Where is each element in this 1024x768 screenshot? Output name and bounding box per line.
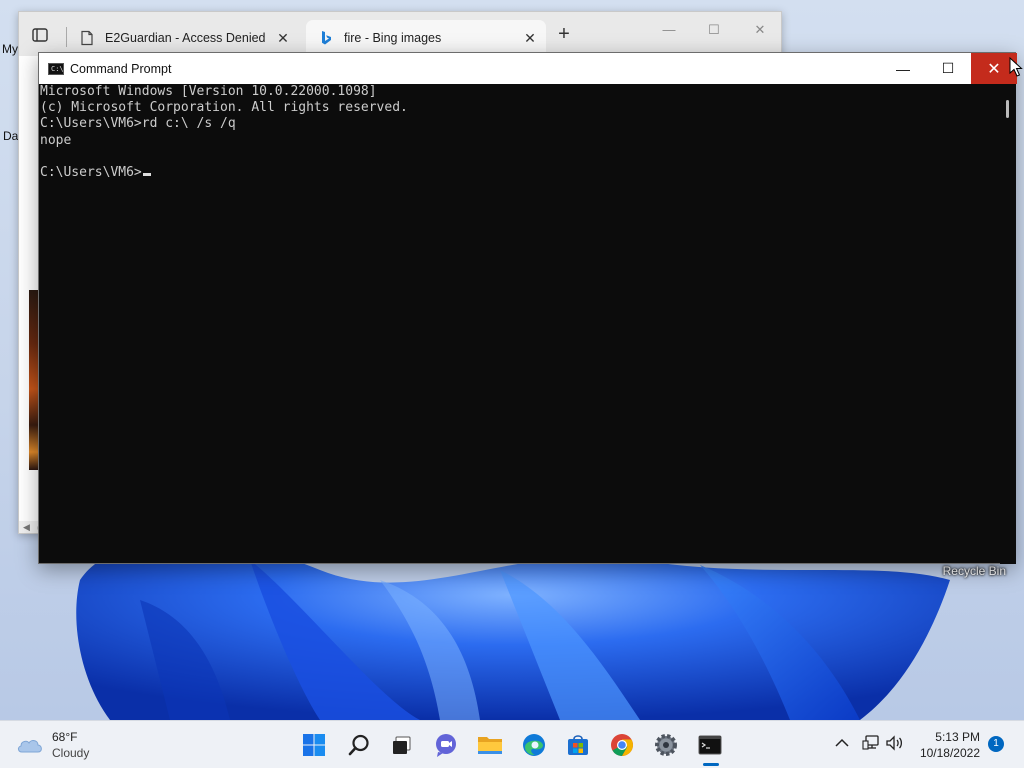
- search-button[interactable]: [343, 729, 375, 761]
- scroll-left-icon[interactable]: ◀: [23, 522, 30, 533]
- recycle-bin-label[interactable]: Recycle Bin: [943, 564, 1006, 578]
- tab-title: E2Guardian - Access Denied: [105, 31, 266, 45]
- folder-icon: [478, 737, 502, 754]
- teams-chat-icon: [436, 734, 456, 757]
- search-icon: [348, 734, 369, 756]
- command-prompt-window: C:\ Command Prompt — ☐ ✕ Microsoft Windo…: [38, 52, 1017, 564]
- minimize-button[interactable]: —: [880, 53, 926, 84]
- weather-text: 68°F Cloudy: [52, 729, 89, 761]
- desktop-icon-label[interactable]: My: [2, 42, 18, 56]
- weather-temperature: 68°F: [52, 730, 78, 744]
- tab-strip: E2Guardian - Access Denied ✕ fire - Bing…: [19, 12, 781, 56]
- cmd-title-bar[interactable]: C:\ Command Prompt — ☐ ✕: [39, 53, 1017, 84]
- console-line: C:\Users\VM6>rd c:\ /s /q: [40, 116, 236, 132]
- browser-minimize-button[interactable]: —: [654, 22, 684, 42]
- console-line: Microsoft Windows [Version 10.0.22000.10…: [40, 84, 377, 99]
- tab-actions-button[interactable]: [29, 24, 51, 46]
- store-button[interactable]: [562, 729, 594, 761]
- cloud-icon: [18, 740, 42, 753]
- console-line: (c) Microsoft Corporation. All rights re…: [40, 100, 408, 116]
- tab-title: fire - Bing images: [344, 31, 442, 45]
- windows-logo-icon: [303, 734, 325, 756]
- console-prompt: C:\Users\VM6>: [40, 164, 142, 180]
- network-icon[interactable]: [862, 734, 880, 752]
- settings-button[interactable]: [650, 729, 682, 761]
- terminal-icon: [698, 735, 722, 755]
- file-explorer-button[interactable]: [474, 729, 506, 761]
- clock-time: 5:13 PM: [935, 730, 980, 744]
- task-view-button[interactable]: [386, 729, 418, 761]
- start-button[interactable]: [298, 729, 330, 761]
- chrome-button[interactable]: [606, 729, 638, 761]
- browser-maximize-button[interactable]: ☐: [699, 22, 729, 42]
- chevron-up-icon[interactable]: [834, 736, 850, 750]
- terminal-button[interactable]: [694, 729, 726, 761]
- gear-icon: [655, 734, 677, 756]
- vertical-scrollbar[interactable]: [1000, 84, 1016, 564]
- chat-button[interactable]: [430, 729, 462, 761]
- tab-e2guardian[interactable]: E2Guardian - Access Denied ✕: [67, 20, 299, 56]
- text-cursor: [142, 172, 151, 176]
- window-title: Command Prompt: [70, 61, 172, 76]
- weather-condition: Cloudy: [52, 746, 90, 760]
- cmd-icon-text: C:\: [51, 64, 64, 73]
- console-line: nope: [40, 132, 72, 148]
- store-icon: [568, 735, 588, 755]
- browser-close-button[interactable]: ✕: [745, 22, 775, 42]
- bing-icon: [322, 31, 331, 45]
- weather-widget[interactable]: 68°F Cloudy: [16, 729, 89, 761]
- tab-close-icon[interactable]: ✕: [273, 30, 293, 47]
- tab-actions-icon: [32, 28, 48, 42]
- clock-date: 10/18/2022: [919, 746, 980, 760]
- new-tab-button[interactable]: +: [553, 24, 575, 46]
- tab-bing-images[interactable]: fire - Bing images ✕: [306, 20, 546, 56]
- desktop-icon-label[interactable]: Da: [3, 129, 18, 143]
- edge-icon: [523, 734, 545, 756]
- maximize-button[interactable]: ☐: [925, 53, 971, 84]
- document-icon: [81, 30, 93, 46]
- task-view-icon: [393, 736, 411, 754]
- cmd-app-icon: C:\: [48, 62, 64, 75]
- edge-button[interactable]: [518, 729, 550, 761]
- taskbar-clock[interactable]: 5:13 PM 10/18/2022: [914, 729, 980, 761]
- chrome-icon: [611, 734, 633, 756]
- notification-badge[interactable]: 1: [988, 736, 1004, 752]
- console-prompt-line[interactable]: C:\Users\VM6>: [39, 165, 1000, 181]
- active-app-indicator: [703, 763, 719, 766]
- scrollbar-thumb[interactable]: [1006, 100, 1009, 118]
- console-output[interactable]: Microsoft Windows [Version 10.0.22000.10…: [39, 84, 1000, 564]
- volume-icon[interactable]: [885, 734, 905, 752]
- mouse-pointer-icon: [1009, 57, 1023, 77]
- tab-close-icon[interactable]: ✕: [520, 30, 540, 47]
